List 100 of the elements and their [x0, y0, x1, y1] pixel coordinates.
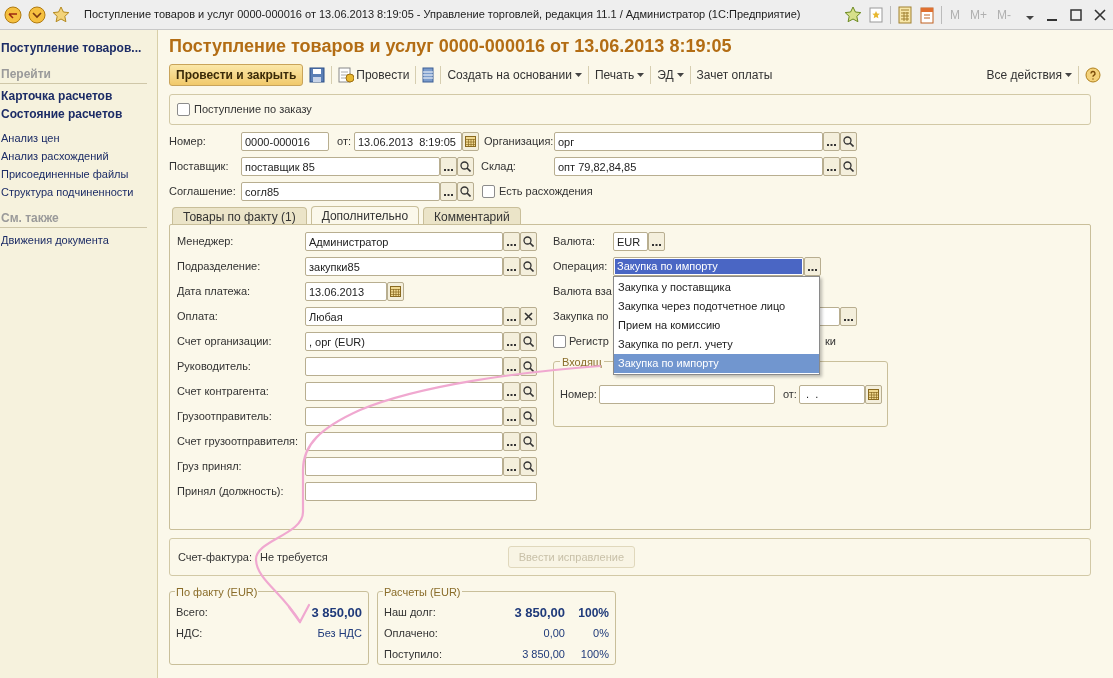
checkbox[interactable]: [553, 335, 566, 348]
input-field[interactable]: [305, 482, 537, 501]
menu-button[interactable]: Печать: [594, 66, 645, 84]
total-label: Оплачено:: [384, 626, 439, 642]
input-field[interactable]: [305, 457, 503, 476]
caret-icon: [676, 73, 684, 77]
input-field[interactable]: поставщик 85: [241, 157, 440, 176]
menu-button[interactable]: Создать на основании: [447, 66, 582, 84]
tab[interactable]: Товары по факту (1): [172, 207, 307, 224]
search-button[interactable]: [457, 182, 474, 201]
percent-value: 100%: [579, 647, 609, 663]
choose-button[interactable]: [440, 157, 457, 176]
choose-button[interactable]: [503, 257, 520, 276]
input-field[interactable]: [305, 382, 503, 401]
choose-button[interactable]: [648, 232, 665, 251]
input-field[interactable]: [305, 407, 503, 426]
sidebar-link[interactable]: Присоединенные файлы: [0, 165, 157, 183]
sidebar-link[interactable]: Анализ расхождений: [0, 147, 157, 165]
star-icon[interactable]: [52, 5, 70, 24]
input-field[interactable]: [305, 357, 503, 376]
dropdown-caret-icon[interactable]: [28, 5, 46, 24]
choose-button[interactable]: [503, 432, 520, 451]
menu-button[interactable]: ЭД: [657, 66, 684, 84]
calendar-icon[interactable]: [919, 5, 935, 24]
search-button[interactable]: [520, 232, 537, 251]
input-field[interactable]: закупки85: [305, 257, 503, 276]
search-button[interactable]: [520, 407, 537, 426]
search-button[interactable]: [840, 132, 857, 151]
search-icon: [523, 336, 534, 347]
checkbox[interactable]: [177, 103, 190, 116]
search-icon: [523, 411, 534, 422]
sidebar-link[interactable]: Движения документа: [0, 231, 157, 249]
input-field[interactable]: . .: [798, 384, 865, 404]
calendar-button[interactable]: [387, 282, 404, 301]
input-field[interactable]: 13.06.2013: [305, 282, 387, 301]
search-button[interactable]: [520, 432, 537, 451]
input-field[interactable]: , орг (EUR): [305, 332, 503, 351]
choose-button[interactable]: [440, 182, 457, 201]
help-icon[interactable]: [1085, 67, 1101, 83]
input-field[interactable]: [305, 432, 503, 451]
choose-button[interactable]: [840, 307, 857, 326]
dropdown-option[interactable]: Закупка у поставщика: [614, 278, 819, 297]
input-field[interactable]: 13.06.2013 8:19:05: [354, 132, 462, 151]
choose-button[interactable]: [804, 257, 821, 276]
total-value: 3 850,00: [513, 603, 565, 622]
list-icon[interactable]: [422, 67, 435, 83]
all-actions-button[interactable]: Все действия: [986, 66, 1072, 84]
operation-field[interactable]: Закупка по импорту: [613, 257, 804, 276]
payment-offset-button[interactable]: Зачет оплаты: [696, 66, 773, 84]
sidebar-link[interactable]: Состояние расчетов: [0, 105, 157, 123]
choose-button[interactable]: [503, 382, 520, 401]
choose-button[interactable]: [503, 407, 520, 426]
field-label: Менеджер:: [177, 234, 235, 250]
total-label: Поступило:: [384, 647, 443, 663]
search-button[interactable]: [520, 257, 537, 276]
choose-button[interactable]: [503, 307, 520, 326]
clear-button[interactable]: [520, 307, 537, 326]
search-button[interactable]: [840, 157, 857, 176]
app-logo-icon[interactable]: [4, 5, 22, 24]
sidebar-link[interactable]: Анализ цен: [0, 129, 157, 147]
number-field[interactable]: 0000-000016: [241, 132, 329, 151]
choose-button[interactable]: [823, 157, 840, 176]
post-and-close-button[interactable]: Провести и закрыть: [169, 64, 304, 86]
input-field[interactable]: опт 79,82,84,85: [554, 157, 823, 176]
search-icon: [523, 236, 534, 247]
dropdown-option[interactable]: Прием на комиссию: [614, 316, 819, 335]
calendar-button[interactable]: [462, 132, 479, 151]
choose-button[interactable]: [503, 457, 520, 476]
choose-button[interactable]: [503, 332, 520, 351]
choose-button[interactable]: [503, 232, 520, 251]
input-field[interactable]: орг: [554, 132, 823, 151]
star-add-icon[interactable]: [844, 5, 862, 24]
search-icon: [523, 461, 534, 472]
checkbox[interactable]: [482, 185, 495, 198]
search-button[interactable]: [520, 382, 537, 401]
total-label: Наш долг:: [384, 605, 437, 621]
post-button[interactable]: Провести: [338, 66, 410, 84]
input-field[interactable]: EUR: [613, 232, 648, 251]
dropdown-option[interactable]: Закупка по регл. учету: [614, 335, 819, 354]
search-button[interactable]: [457, 157, 474, 176]
calendar-grid-icon: [465, 136, 476, 147]
caret-icon: [574, 73, 582, 77]
invoice-label: Счет-фактура:: [178, 549, 252, 565]
input-field[interactable]: Администратор: [305, 232, 503, 251]
field-label: Поставщик:: [169, 159, 230, 175]
tab[interactable]: Комментарий: [423, 207, 521, 224]
save-icon[interactable]: [309, 67, 326, 83]
number-field[interactable]: [598, 384, 775, 404]
sidebar-title[interactable]: Поступление товаров...: [0, 39, 157, 57]
sidebar-section-heading: См. также: [0, 209, 147, 228]
sidebar-link[interactable]: Структура подчиненности: [0, 183, 157, 201]
input-field[interactable]: Любая: [305, 307, 503, 326]
dropdown-option[interactable]: Закупка через подотчетное лицо: [614, 297, 819, 316]
input-field[interactable]: согл85: [241, 182, 440, 201]
choose-button[interactable]: [823, 132, 840, 151]
field-label: Счет контрагента:: [177, 384, 270, 400]
window-title: Поступление товаров и услуг 0000-000016 от 13.06.2013 8:19:05 - Управление торговлей, редакция 11.1 / Администратор (1С:Предприятие): [84, 7, 801, 23]
search-button[interactable]: [520, 457, 537, 476]
sidebar-link[interactable]: Карточка расчетов: [0, 87, 157, 105]
search-button[interactable]: [520, 332, 537, 351]
